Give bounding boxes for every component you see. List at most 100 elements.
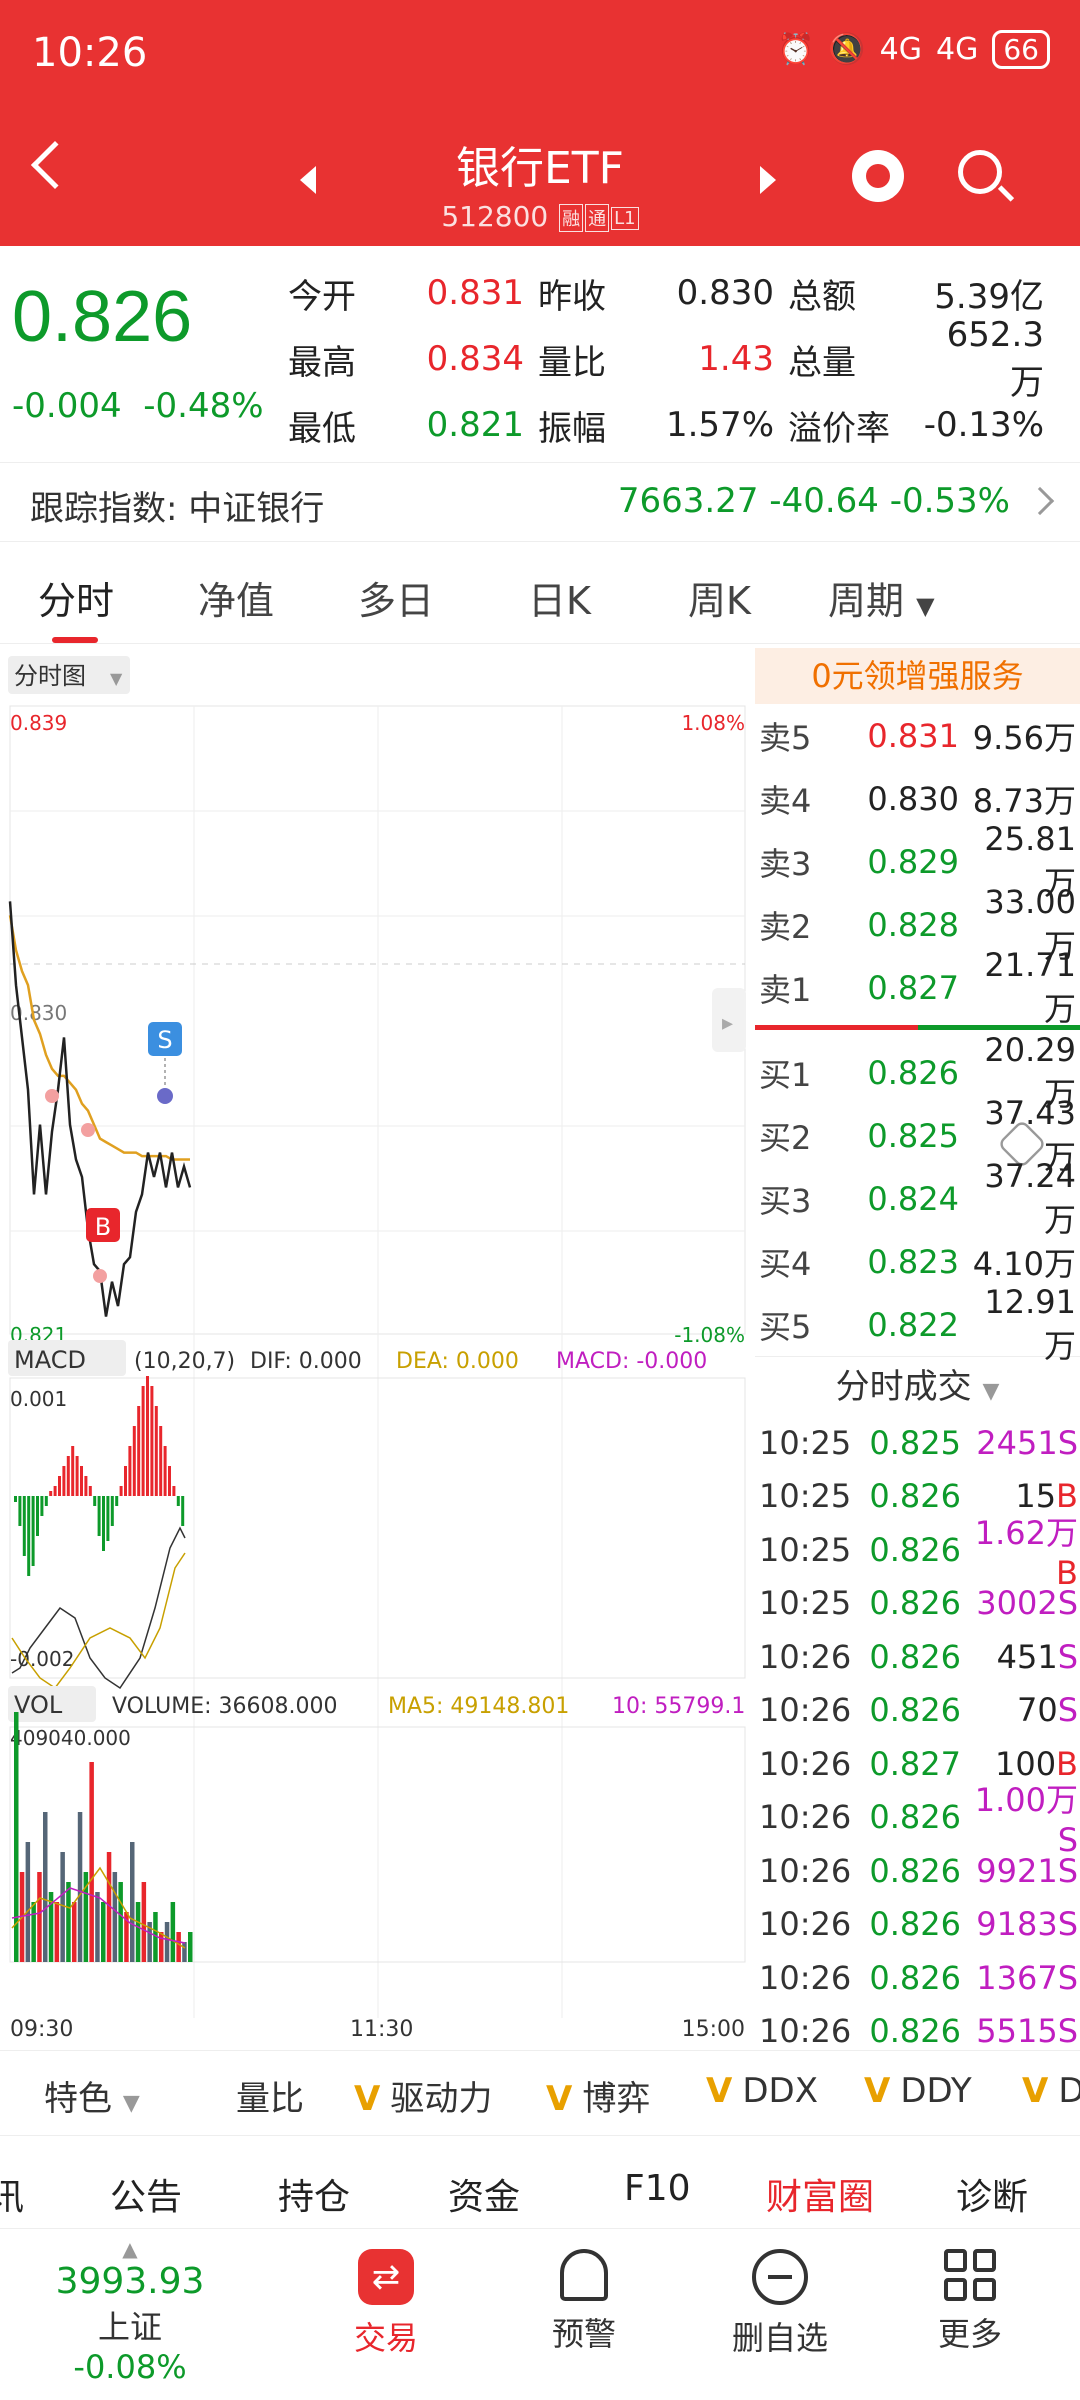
trade-time: 10:26	[759, 1905, 852, 1944]
status-icons: ⏰ 🔕 4G 4G 66	[777, 30, 1050, 69]
tracking-label: 跟踪指数: 中证银行	[30, 489, 325, 529]
indicator-ddy[interactable]: V DDY	[864, 2071, 972, 2111]
order-price: 0.829	[867, 842, 959, 881]
tab-multiday[interactable]: 多日	[358, 570, 434, 625]
market-index[interactable]: ▲ 3993.93 上证 -0.08%	[40, 2237, 220, 2386]
tab-diagnosis[interactable]: 诊断	[956, 2168, 1028, 2220]
more-button[interactable]: 更多	[900, 2249, 1040, 2355]
chart-area[interactable]: 分时图 ▼ 0.839 0.830 0.821 1.08% -1.08% B S ▸ MACD (10…	[0, 648, 755, 2048]
trade-row: 10:26 0.826 1.00万S	[755, 1781, 1080, 1859]
trade-price: 0.826	[869, 1691, 961, 1730]
indicator-game[interactable]: V 博弈	[546, 2071, 650, 2120]
exchange-icon: ⇄	[358, 2249, 414, 2305]
volume-bar	[95, 1892, 100, 1962]
macd-bar	[31, 1496, 35, 1566]
tab-funds[interactable]: 资金	[448, 2168, 520, 2220]
assistant-icon[interactable]	[852, 150, 904, 202]
tab-weekly-k[interactable]: 周K	[688, 570, 751, 625]
caret-down-icon: ▼	[122, 2091, 140, 2116]
trade-side: S	[1057, 1851, 1078, 1890]
macd-bar	[44, 1496, 48, 1506]
tracking-index-row[interactable]: 跟踪指数: 中证银行 7663.27 -40.64 -0.53%	[0, 462, 1080, 542]
order-price: 0.825	[867, 1116, 959, 1155]
tab-wealth-circle[interactable]: 财富圈	[766, 2168, 874, 2220]
indicator-drive[interactable]: V 驱动力	[354, 2071, 492, 2120]
order-row[interactable]: 买3 0.824 37.24万	[755, 1157, 1080, 1239]
tab-f10[interactable]: F10	[624, 2168, 691, 2209]
remove-watchlist-label: 删自选	[731, 2319, 828, 2357]
tag-l1: L1	[611, 206, 639, 230]
tab-daily-k[interactable]: 日K	[528, 570, 591, 625]
trade-volume: 70S	[961, 1691, 1080, 1729]
order-volume: 4.10万	[972, 1244, 1076, 1283]
macd-bar	[137, 1406, 141, 1496]
indicator-d[interactable]: VD	[1022, 2071, 1080, 2111]
index-row: 上证 -0.08%	[40, 2302, 220, 2386]
trade-button[interactable]: ⇄ 交易	[316, 2249, 456, 2359]
trade-volume-value: 1.00万	[974, 1781, 1078, 1820]
tab-nav[interactable]: 净值	[198, 570, 274, 625]
indicator-feature[interactable]: 特色 ▼	[44, 2071, 140, 2120]
order-level: 买1	[759, 1055, 812, 1094]
order-row[interactable]: 卖5 0.831 9.56万	[755, 704, 1080, 767]
order-row[interactable]: 买5 0.822 12.91万	[755, 1283, 1080, 1365]
indicator-ddx[interactable]: V DDX	[706, 2071, 818, 2111]
volume-bar	[89, 1762, 94, 1962]
trade-time: 10:25	[759, 1477, 852, 1516]
promo-banner[interactable]: 0元领增强服务	[755, 648, 1080, 704]
macd-bar	[93, 1496, 97, 1506]
order-price: 0.824	[867, 1179, 959, 1218]
trade-label: 交易	[353, 2319, 418, 2357]
tab-holdings[interactable]: 持仓	[278, 2168, 350, 2220]
trade-price: 0.826	[869, 1637, 961, 1676]
order-volume: 9.56万	[972, 718, 1076, 757]
trade-row: 10:26 0.826 9183S	[755, 1898, 1080, 1952]
macd-bar	[163, 1446, 167, 1496]
trade-row: 10:26 0.826 9921S	[755, 1844, 1080, 1898]
volume-bar	[77, 1812, 83, 1962]
trade-volume: 1.00万S	[961, 1775, 1080, 1859]
order-price: 0.827	[867, 968, 959, 1007]
quote-value: 1.57%	[665, 405, 774, 445]
alert-button[interactable]: 预警	[514, 2249, 654, 2355]
trade-time: 10:25	[759, 1423, 852, 1462]
macd-bar	[53, 1486, 57, 1496]
remove-watchlist-button[interactable]: 删自选	[710, 2249, 850, 2359]
tab-news[interactable]: 讯	[0, 2168, 24, 2220]
trade-time: 10:26	[759, 1744, 852, 1783]
minus-circle-icon	[752, 2249, 808, 2305]
info-tabs: 讯 公告 持仓 资金 F10 财富圈 诊断	[0, 2152, 1080, 2228]
order-level: 卖5	[759, 718, 812, 757]
order-level: 卖3	[759, 844, 812, 883]
volume-bar	[25, 1842, 31, 1962]
indicator-volratio[interactable]: 量比	[236, 2071, 304, 2120]
quote-panel: 0.826 -0.004 -0.48% 今开 0.831 昨收 0.830 总额 5.39…	[0, 246, 1080, 460]
tab-announcement[interactable]: 公告	[110, 2168, 182, 2220]
macd-bar	[27, 1496, 31, 1576]
trade-volume-value: 3002	[976, 1584, 1058, 1623]
order-price: 0.823	[867, 1242, 959, 1281]
v-badge-icon: V	[1022, 2071, 1049, 2111]
quote-value: 0.831	[426, 273, 524, 313]
quote-key: 溢价率	[788, 408, 890, 449]
volume-bar	[176, 1932, 181, 1962]
trade-row: 10:26 0.826 70S	[755, 1684, 1080, 1738]
macd-bar	[40, 1496, 44, 1516]
alert-label: 预警	[551, 2315, 616, 2353]
macd-bar	[154, 1406, 158, 1496]
buy-marker: B	[95, 1213, 111, 1241]
tab-period[interactable]: 周期 ▼	[828, 570, 935, 625]
order-row[interactable]: 卖1 0.827 21.71万	[755, 946, 1080, 1028]
x-axis-mid: 11:30	[350, 2017, 413, 2042]
trade-price: 0.826	[869, 1851, 961, 1890]
index-name: 上证	[97, 2308, 162, 2346]
tab-intraday[interactable]: 分时	[38, 570, 114, 643]
trade-volume-value: 1.62万	[974, 1513, 1078, 1552]
index-value: 3993.93	[55, 2261, 205, 2302]
order-volume: 37.24万	[984, 1156, 1076, 1239]
trade-marker	[93, 1269, 107, 1283]
search-icon[interactable]	[958, 150, 1002, 194]
y-axis-max: 0.839	[10, 711, 67, 735]
vol-ma10: 10: 55799.1	[612, 1694, 745, 1719]
vol-axis-max: 409040.000	[10, 1726, 131, 1750]
